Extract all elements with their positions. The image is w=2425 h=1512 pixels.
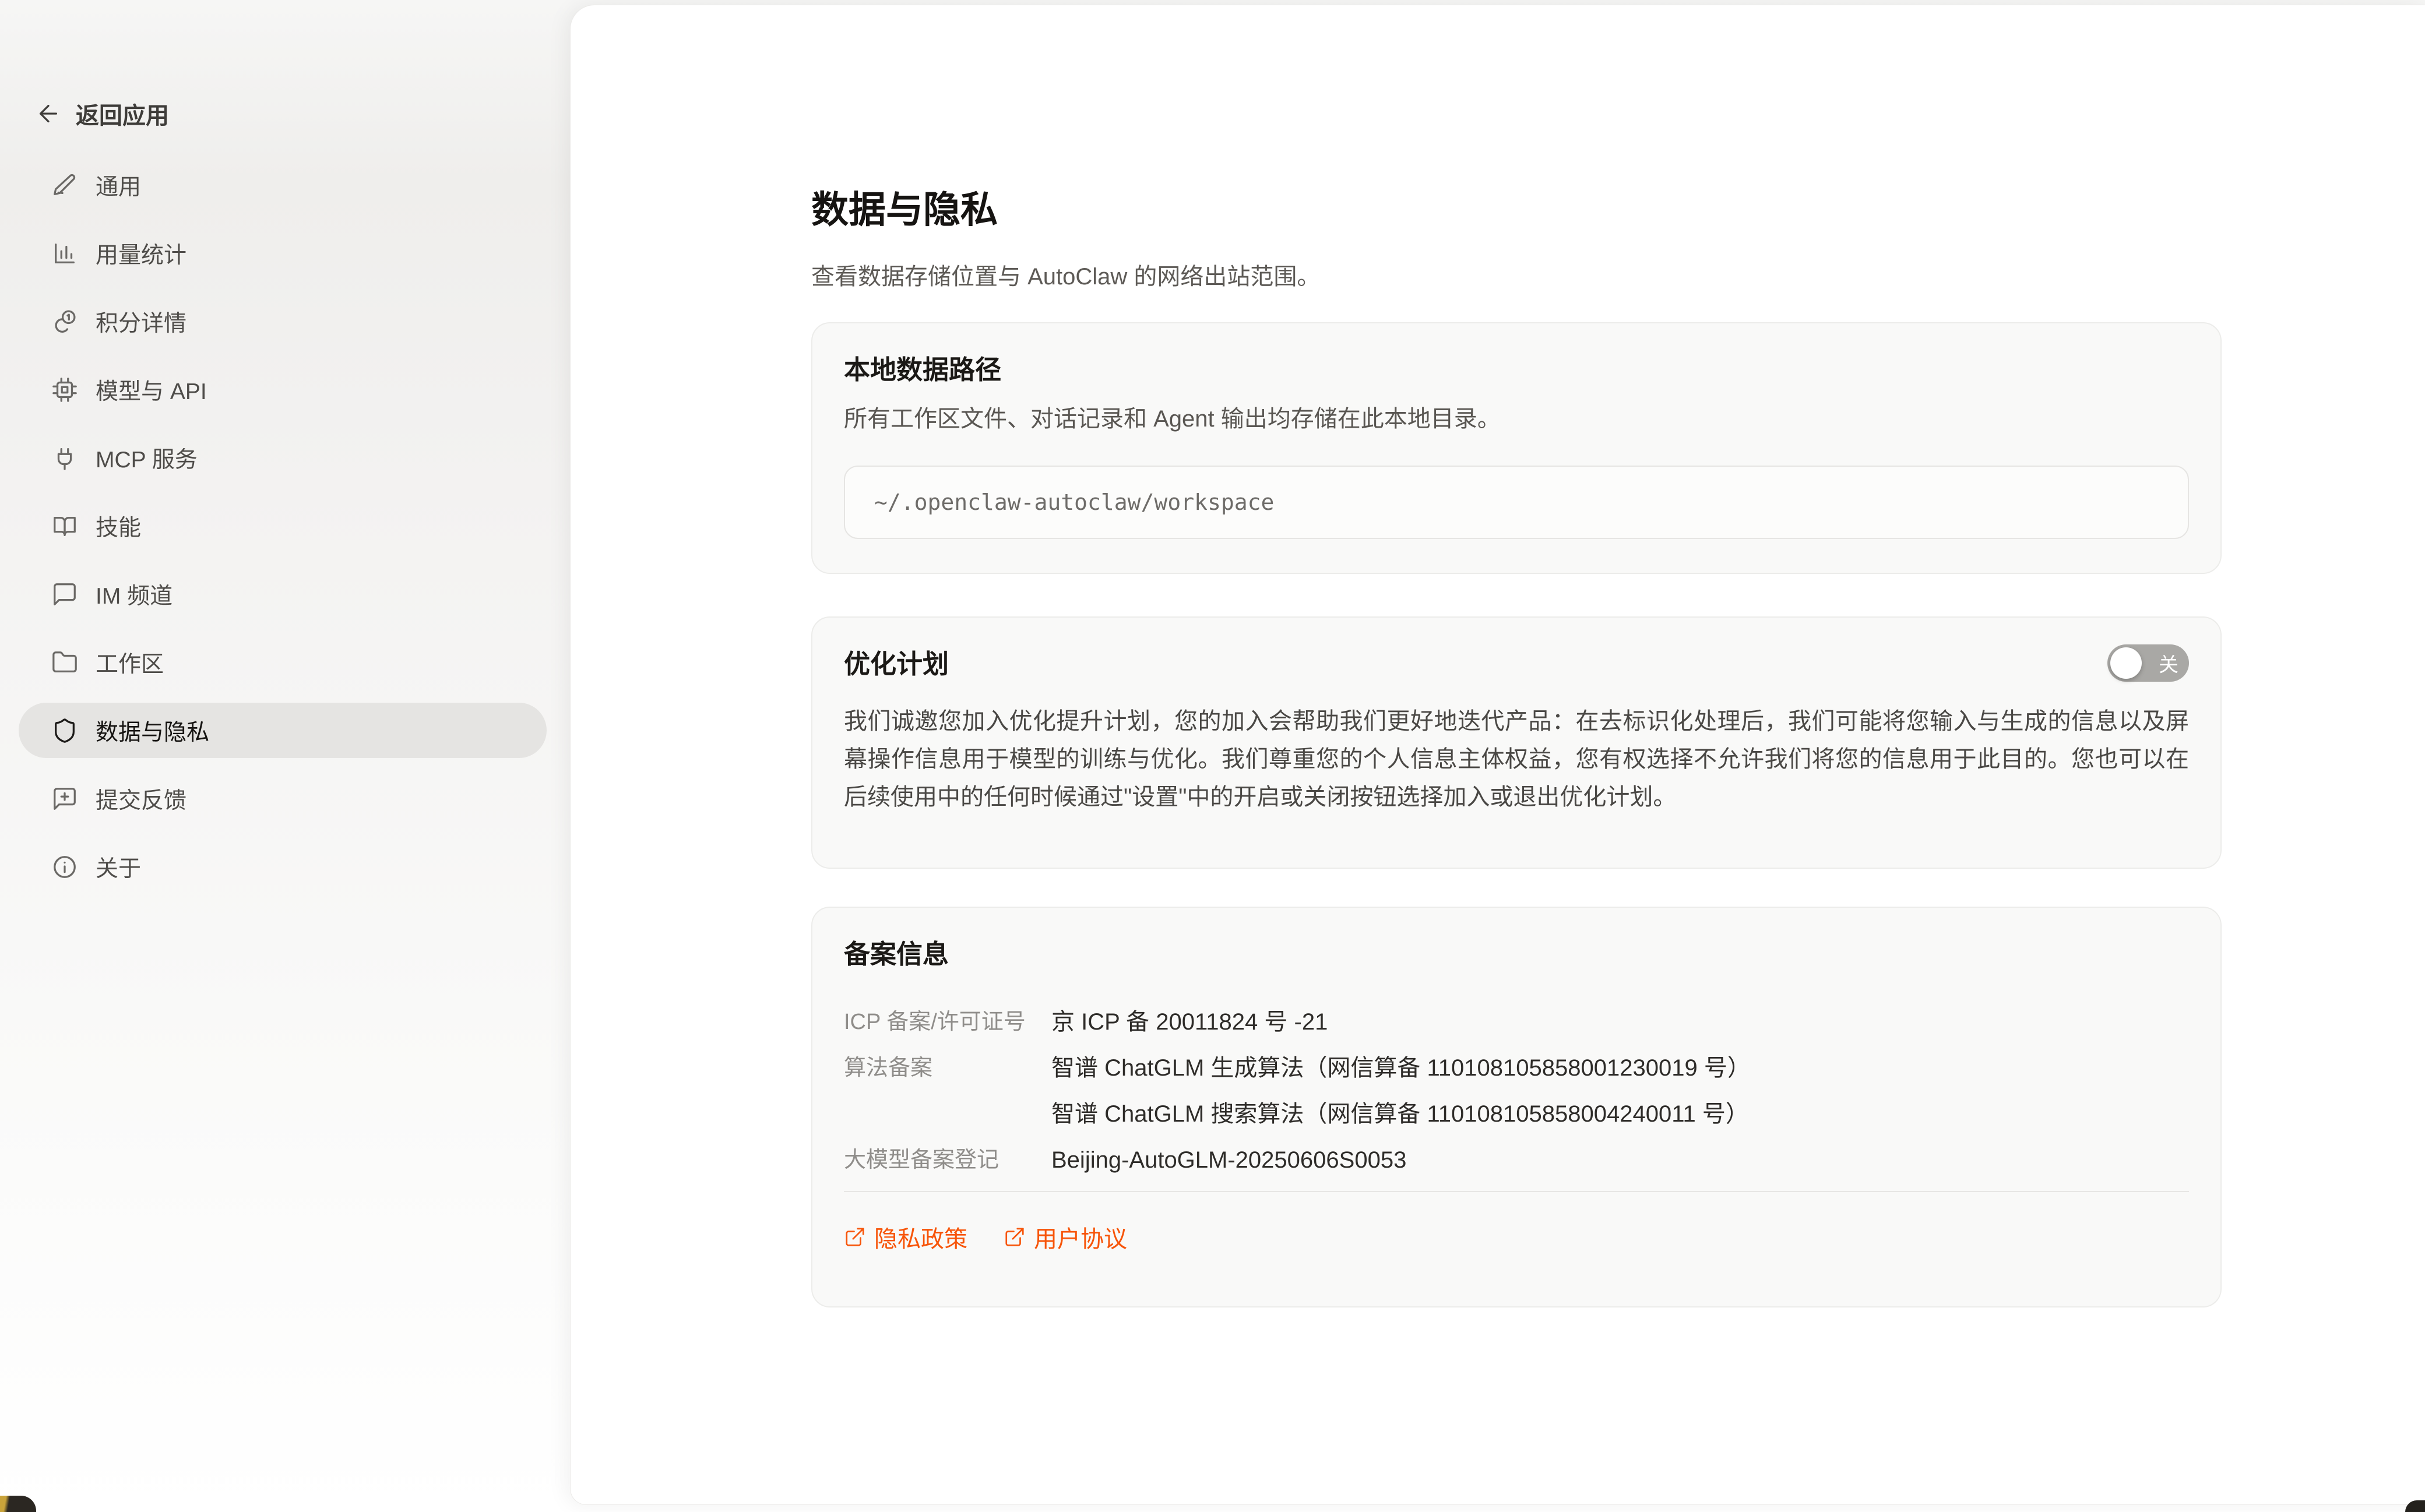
- external-link-icon: [844, 1226, 866, 1248]
- filing-row-value: 智谱 ChatGLM 生成算法（网信算备 1101081058580012300…: [1051, 1053, 1751, 1083]
- filing-row-label: 大模型备案登记: [844, 1145, 1051, 1175]
- sidebar-item-models-api[interactable]: 模型与 API: [19, 362, 547, 417]
- optimization-plan-toggle[interactable]: 关: [2107, 644, 2189, 682]
- filing-rows: ICP 备案/许可证号 京 ICP 备 20011824 号 -21 算法备案 …: [844, 1007, 2189, 1175]
- sidebar-item-label: 技能: [96, 510, 141, 542]
- arrow-left-icon: [35, 100, 62, 127]
- pencil-icon: [51, 172, 78, 199]
- filing-row-label: ICP 备案/许可证号: [844, 1007, 1051, 1037]
- local-data-path-title: 本地数据路径: [844, 354, 2189, 386]
- sidebar-item-label: 提交反馈: [96, 783, 186, 815]
- privacy-policy-label: 隐私政策: [874, 1220, 967, 1254]
- sidebar-item-label: 积分详情: [96, 305, 186, 338]
- folder-icon: [51, 649, 78, 676]
- filing-row-algorithm-2: 智谱 ChatGLM 搜索算法（网信算备 1101081058580042400…: [844, 1099, 2189, 1129]
- sidebar-item-about[interactable]: 关于: [19, 839, 547, 894]
- sidebar-nav: 通用 用量统计 积分详情 模型与 API: [19, 157, 547, 907]
- filing-row-llm-registration: 大模型备案登记 Beijing-AutoGLM-20250606S0053: [844, 1145, 2189, 1175]
- sidebar-item-general[interactable]: 通用: [19, 157, 547, 213]
- filing-row-icp: ICP 备案/许可证号 京 ICP 备 20011824 号 -21: [844, 1007, 2189, 1037]
- toggle-knob: [2110, 647, 2142, 679]
- policy-links-row: 隐私政策 用户协议: [844, 1220, 2189, 1254]
- sidebar-item-label: 通用: [96, 169, 141, 202]
- optimization-plan-description: 我们诚邀您加入优化提升计划，您的加入会帮助我们更好地迭代产品：在去标识化处理后，…: [844, 703, 2189, 816]
- plug-icon: [51, 445, 78, 471]
- chat-bubble-plus-icon: [51, 785, 78, 812]
- sidebar-item-label: 模型与 API: [96, 373, 207, 406]
- filing-row-label: 算法备案: [844, 1053, 1051, 1083]
- filing-row-label: [844, 1099, 1051, 1129]
- sidebar-item-im-channels[interactable]: IM 频道: [19, 566, 547, 622]
- filing-row-algorithm-1: 算法备案 智谱 ChatGLM 生成算法（网信算备 11010810585800…: [844, 1053, 2189, 1083]
- info-circle-icon: [51, 854, 78, 880]
- filing-row-value: Beijing-AutoGLM-20250606S0053: [1051, 1145, 1406, 1175]
- user-agreement-label: 用户协议: [1034, 1220, 1127, 1254]
- sidebar-item-label: IM 频道: [96, 578, 173, 611]
- sidebar-item-feedback[interactable]: 提交反馈: [19, 771, 547, 826]
- sidebar-item-usage-stats[interactable]: 用量统计: [19, 225, 547, 281]
- user-agreement-link[interactable]: 用户协议: [1004, 1220, 1127, 1254]
- chat-bubble-icon: [51, 581, 78, 608]
- page-title: 数据与隐私: [811, 180, 998, 234]
- settings-sidebar: 返回应用 通用 用量统计 积分详情: [0, 0, 570, 1512]
- sidebar-item-label: 数据与隐私: [96, 714, 209, 747]
- workspace-path-field[interactable]: ~/.openclaw-autoclaw/workspace: [844, 466, 2189, 539]
- filing-divider: [844, 1191, 2189, 1192]
- open-book-icon: [51, 513, 78, 540]
- sidebar-item-mcp-services[interactable]: MCP 服务: [19, 430, 547, 485]
- settings-main-panel: 数据与隐私 查看数据存储位置与 AutoClaw 的网络出站范围。 本地数据路径…: [570, 5, 2425, 1505]
- filing-info-card: 备案信息 ICP 备案/许可证号 京 ICP 备 20011824 号 -21 …: [811, 907, 2222, 1307]
- optimization-plan-card: 优化计划 关 我们诚邀您加入优化提升计划，您的加入会帮助我们更好地迭代产品：在去…: [811, 616, 2222, 869]
- sidebar-item-data-privacy[interactable]: 数据与隐私: [19, 703, 547, 758]
- coins-icon: [51, 308, 78, 335]
- sidebar-item-label: 用量统计: [96, 237, 186, 270]
- sidebar-item-label: 关于: [96, 851, 141, 883]
- sidebar-item-skills[interactable]: 技能: [19, 498, 547, 554]
- workspace-path-value: ~/.openclaw-autoclaw/workspace: [874, 489, 1274, 515]
- back-to-app-label: 返回应用: [76, 97, 169, 131]
- filing-row-value: 智谱 ChatGLM 搜索算法（网信算备 1101081058580042400…: [1051, 1099, 1749, 1129]
- sidebar-item-label: MCP 服务: [96, 442, 198, 474]
- filing-info-title: 备案信息: [844, 938, 2189, 971]
- bar-chart-icon: [51, 240, 78, 267]
- sidebar-item-credits[interactable]: 积分详情: [19, 294, 547, 349]
- page-subtitle: 查看数据存储位置与 AutoClaw 的网络出站范围。: [811, 258, 1320, 291]
- local-data-path-card: 本地数据路径 所有工作区文件、对话记录和 Agent 输出均存储在此本地目录。 …: [811, 322, 2222, 574]
- external-link-icon: [1004, 1226, 1026, 1248]
- filing-row-value: 京 ICP 备 20011824 号 -21: [1051, 1007, 1328, 1037]
- privacy-policy-link[interactable]: 隐私政策: [844, 1220, 967, 1254]
- sidebar-item-workspace[interactable]: 工作区: [19, 635, 547, 690]
- toggle-state-label: 关: [2159, 649, 2178, 678]
- optimization-plan-title: 优化计划: [844, 648, 949, 681]
- shield-icon: [51, 717, 78, 744]
- cpu-chip-icon: [51, 376, 78, 403]
- back-to-app-button[interactable]: 返回应用: [35, 97, 169, 131]
- local-data-path-description: 所有工作区文件、对话记录和 Agent 输出均存储在此本地目录。: [844, 404, 2189, 434]
- sidebar-item-label: 工作区: [96, 646, 164, 679]
